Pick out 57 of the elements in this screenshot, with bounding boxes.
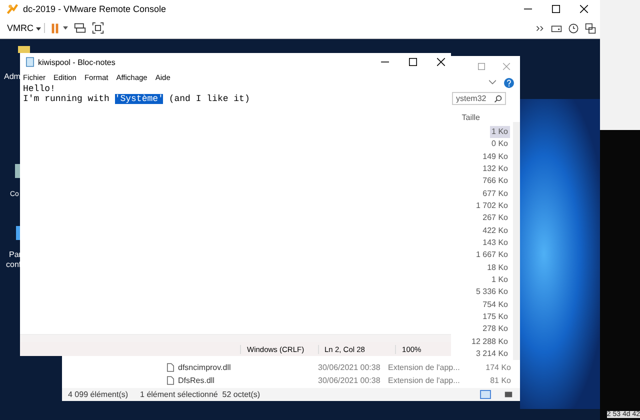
size-cell[interactable]: 143 Ko (480, 236, 510, 250)
size-cell[interactable]: 1 Ko (490, 274, 510, 286)
size-cell[interactable]: 149 Ko (480, 150, 510, 163)
size-cell[interactable]: 422 Ko (480, 224, 510, 237)
size-cell[interactable]: 677 Ko (480, 188, 510, 200)
size-cell[interactable]: 1 Ko (490, 126, 510, 138)
chevrons-icon[interactable] (536, 24, 545, 32)
file-name[interactable]: dfsncimprov.dll (178, 363, 318, 372)
size-cell[interactable]: 132 Ko (480, 162, 510, 176)
file-size: 174 Ko (484, 363, 511, 372)
notepad-icon (26, 57, 34, 67)
icon-label[interactable]: Adm (4, 72, 20, 81)
fullscreen-icon[interactable] (92, 22, 104, 34)
caret-icon (36, 27, 41, 31)
search-icon (494, 94, 502, 103)
vmrc-menu-button[interactable]: VMRC (4, 23, 45, 33)
file-date: 30/06/2021 00:38 (318, 363, 382, 372)
size-cell[interactable]: 0 Ko (490, 138, 510, 151)
close-icon[interactable] (437, 58, 445, 66)
file-date: 30/06/2021 00:38 (318, 376, 382, 386)
maximize-icon[interactable] (552, 5, 560, 13)
size-cell[interactable]: 12 288 Ko (470, 336, 510, 348)
vmware-logo-icon (6, 3, 18, 15)
file-type: Extension de l'app... (388, 376, 461, 386)
size-cell[interactable]: 766 Ko (480, 175, 510, 188)
size-cell[interactable]: 267 Ko (480, 212, 510, 225)
size-cell[interactable]: 3 214 Ko (474, 348, 510, 360)
window-title: dc-2019 - VMware Remote Console (23, 4, 166, 14)
size-cell[interactable]: 754 Ko (480, 298, 510, 312)
selection-info: 1 élément sélectionné 52 octet(s) (140, 390, 260, 400)
text-line: I'm running with 'Système' (and I like it) (23, 94, 251, 104)
file-size: 81 Ko (489, 376, 511, 386)
size-cell[interactable]: 18 Ko (485, 262, 510, 274)
column-header[interactable]: Taille (462, 112, 480, 122)
caret-icon[interactable] (63, 26, 68, 30)
file-name[interactable]: DfsRes.dll (178, 376, 318, 386)
scrollbar[interactable] (20, 335, 451, 342)
help-icon[interactable] (504, 78, 514, 88)
close-icon[interactable] (580, 5, 588, 13)
window-title: kiwispool - Bloc-notes (38, 58, 116, 66)
search-field[interactable]: ystem32 (452, 92, 506, 106)
devices-icon[interactable] (74, 22, 86, 34)
clock-icon[interactable] (568, 22, 579, 34)
maximize-icon[interactable] (409, 58, 417, 66)
file-type: Extension de l'app... (388, 363, 461, 372)
details-view-icon[interactable] (480, 390, 491, 400)
size-cell[interactable]: 1 702 Ko (474, 200, 510, 212)
size-cell[interactable]: 1 667 Ko (474, 249, 510, 262)
chevron-down-icon[interactable] (489, 80, 496, 86)
size-cell[interactable]: 175 Ko (480, 311, 510, 324)
item-count: 4 099 élément(s) (68, 390, 128, 400)
windows-icon[interactable] (585, 22, 596, 34)
size-cell[interactable]: 278 Ko (480, 323, 510, 336)
scrollbar[interactable] (513, 122, 520, 360)
tiles-view-icon[interactable] (503, 390, 514, 400)
text-line: Hello! (23, 84, 56, 94)
size-cell[interactable]: 5 336 Ko (474, 286, 510, 299)
